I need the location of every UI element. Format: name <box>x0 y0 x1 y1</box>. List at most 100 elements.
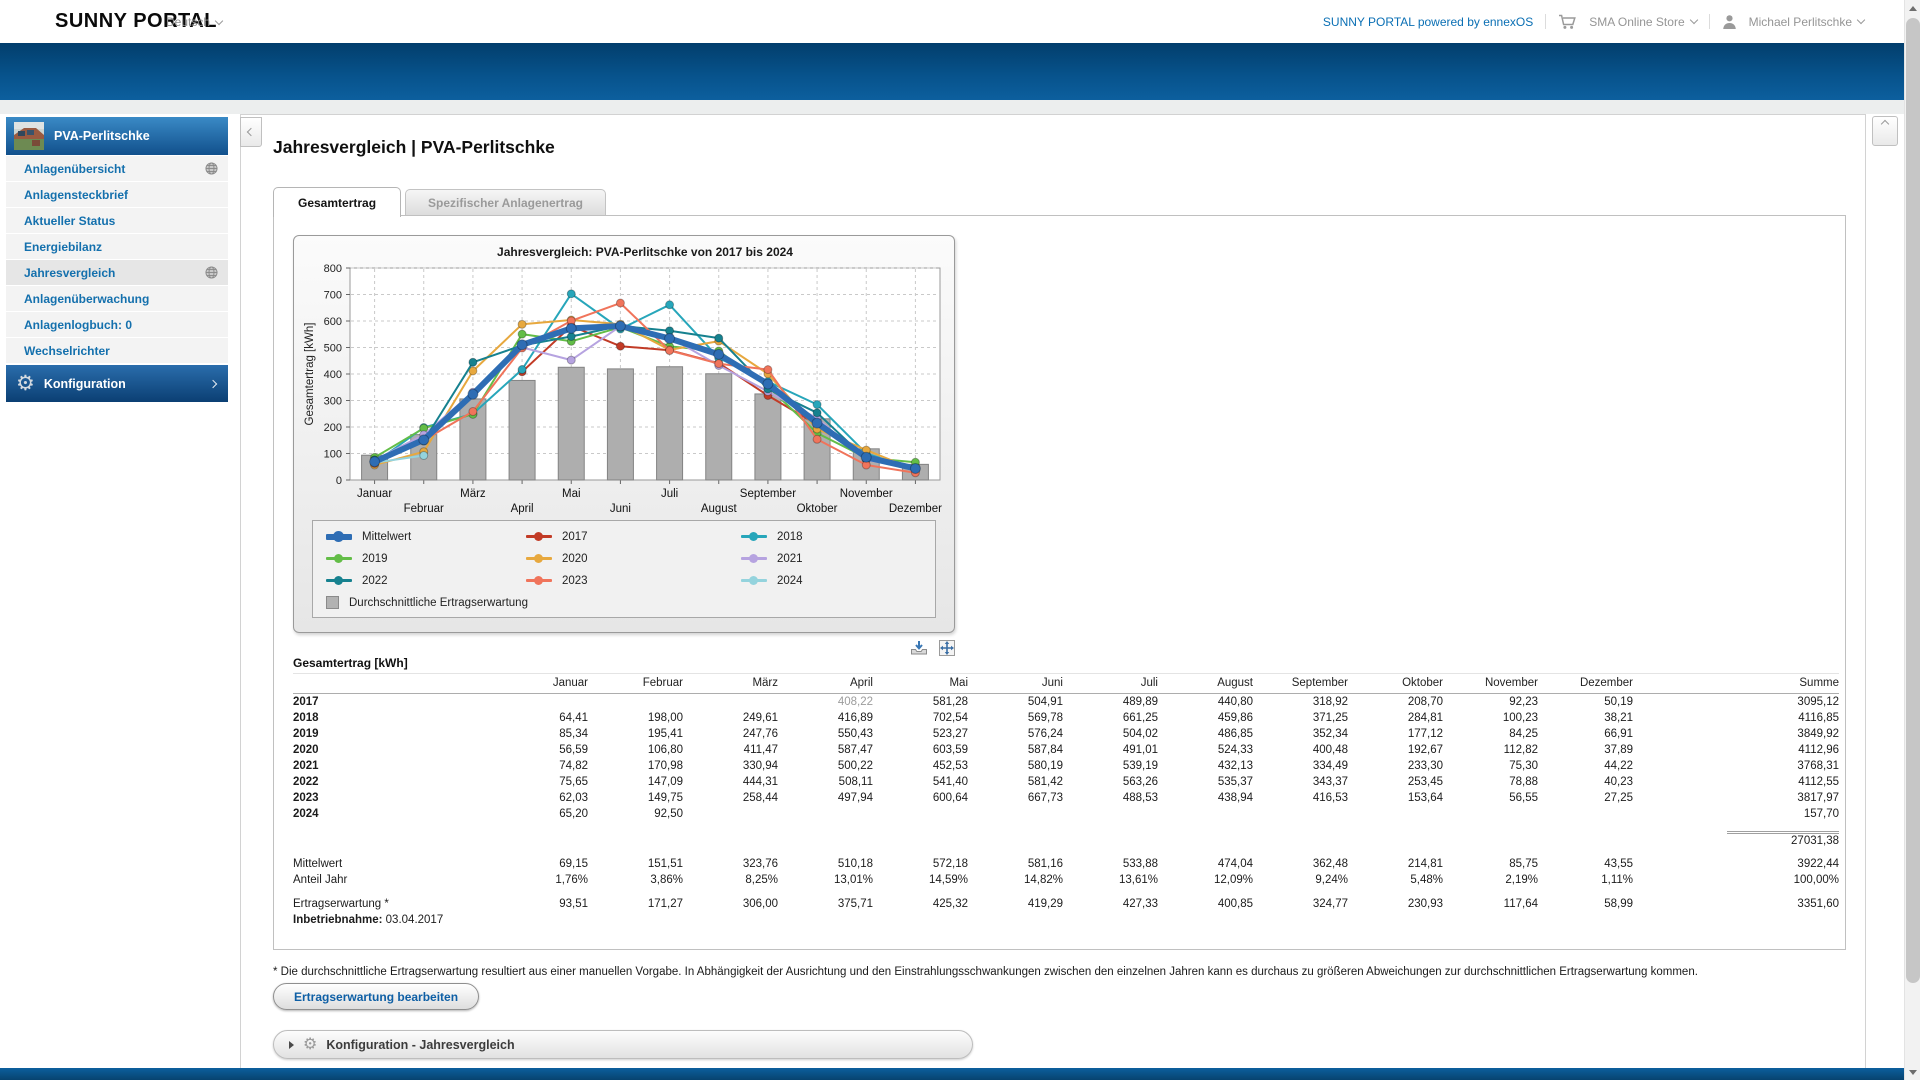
legend-label: Mittelwert <box>362 531 411 543</box>
svg-text:Dezember: Dezember <box>889 503 942 515</box>
svg-text:Mai: Mai <box>562 488 581 500</box>
yearly-comparison-chart-panel: 0100200300400500600700800Jahresvergleich… <box>293 235 955 633</box>
legend-label: 2017 <box>562 531 588 543</box>
month-column-header: Mai <box>873 674 968 694</box>
legend-marker-icon <box>326 534 352 540</box>
expectation-footnote: * Die durchschnittliche Ertragserwartung… <box>273 966 1833 978</box>
legend-label: 2022 <box>362 575 388 587</box>
sidebar-item-energiebilanz[interactable]: Energiebilanz <box>6 234 228 259</box>
store-menu[interactable]: SMA Online Store <box>1589 15 1696 29</box>
store-label: SMA Online Store <box>1589 15 1684 29</box>
month-column-header: Dezember <box>1538 674 1633 694</box>
month-column-header: Juli <box>1063 674 1158 694</box>
config-accordion-label: Konfiguration - Jahresvergleich <box>326 1038 514 1052</box>
top-right-nav: SUNNY PORTAL powered by ennexOS SMA Onli… <box>1323 0 1864 43</box>
vertical-scrollbar[interactable] <box>1904 0 1920 1080</box>
month-column-header: März <box>683 674 778 694</box>
legend-item-2017: 2017 <box>526 530 741 543</box>
row-label-column-header <box>293 674 493 694</box>
expander-arrow-icon <box>289 1041 294 1049</box>
month-column-header: Januar <box>493 674 588 694</box>
table-row: 2017408,22581,28504,91489,89440,80318,92… <box>293 694 1839 710</box>
sidebar-plant-header[interactable]: PVA-Perlitschke <box>6 117 228 155</box>
footer-bar <box>0 1068 1904 1080</box>
svg-text:200: 200 <box>324 422 342 434</box>
chevron-down-icon <box>215 16 223 24</box>
table-row: Ertragserwartung *93,51171,27306,00375,7… <box>293 896 1839 912</box>
month-column-header: Februar <box>588 674 683 694</box>
scroll-down-arrow[interactable] <box>1905 1064 1920 1080</box>
page-title: Jahresvergleich | PVA-Perlitschke <box>273 137 555 158</box>
sidebar-item-label: Anlagenübersicht <box>24 162 125 176</box>
sidebar-item-anlagenübersicht[interactable]: Anlagenübersicht <box>6 156 228 181</box>
legend-item-2020: 2020 <box>526 552 741 565</box>
sidebar-item-anlagenüberwachung[interactable]: Anlagenüberwachung <box>6 286 228 311</box>
month-column-header: Oktober <box>1348 674 1443 694</box>
svg-text:Juni: Juni <box>610 503 631 515</box>
svg-text:700: 700 <box>324 290 342 302</box>
svg-text:Gesamtertrag [kWh]: Gesamtertrag [kWh] <box>304 323 316 426</box>
scroll-up-arrow[interactable] <box>1905 0 1920 16</box>
svg-text:0: 0 <box>336 475 342 487</box>
legend-marker-icon <box>741 535 767 538</box>
tab-spezifischer-anlagenertrag[interactable]: Spezifischer Anlagenertrag <box>405 189 606 216</box>
legend-label: 2023 <box>562 575 588 587</box>
svg-text:November: November <box>840 488 893 500</box>
legend-item-2019: 2019 <box>326 552 526 565</box>
month-column-header: August <box>1158 674 1253 694</box>
legend-bar-marker-icon <box>326 596 339 609</box>
legend-marker-icon <box>741 557 767 560</box>
yield-table: JanuarFebruarMärzAprilMaiJuniJuliAugustS… <box>293 673 1839 928</box>
legend-item-2023: 2023 <box>526 574 741 587</box>
sidebar-item-label: Anlagenlogbuch: 0 <box>24 318 132 332</box>
chart-legend: Mittelwert201720182019202020212022202320… <box>312 520 936 618</box>
month-column-header: Summe <box>1633 674 1839 694</box>
collapse-content-button[interactable] <box>1872 116 1898 146</box>
svg-text:800: 800 <box>324 263 342 275</box>
sidebar-item-anlagensteckbrief[interactable]: Anlagensteckbrief <box>6 182 228 207</box>
tab-bar: Gesamtertrag Spezifischer Anlagenertrag <box>273 186 606 216</box>
month-column-header: September <box>1253 674 1348 694</box>
spacer-row <box>293 888 1839 896</box>
user-name: Michael Perlitschke <box>1749 15 1852 29</box>
yearly-comparison-chart: 0100200300400500600700800Jahresvergleich… <box>300 242 948 518</box>
table-row: Anteil Jahr1,76%3,86%8,25%13,01%14,59%14… <box>293 872 1839 888</box>
table-row: 201985,34195,41247,76550,43523,27576,245… <box>293 726 1839 742</box>
svg-text:600: 600 <box>324 316 342 328</box>
top-header-bar: SUNNY PORTAL Deutsch SUNNY PORTAL powere… <box>0 0 1904 43</box>
collapse-sidebar-button[interactable] <box>240 117 262 147</box>
svg-text:September: September <box>740 488 796 500</box>
powered-by-link[interactable]: SUNNY PORTAL powered by ennexOS <box>1323 15 1533 29</box>
chevron-down-icon <box>1689 16 1697 24</box>
svg-text:Januar: Januar <box>357 488 392 500</box>
sidebar-item-wechselrichter[interactable]: Wechselrichter <box>6 338 228 363</box>
spacer-row <box>293 848 1839 856</box>
divider-strip <box>0 100 1920 114</box>
divider <box>1545 14 1546 29</box>
grand-total-row: 27031,38 <box>293 830 1839 848</box>
divider <box>1709 14 1710 29</box>
sidebar-item-konfiguration[interactable]: ⚙ Konfiguration <box>6 365 228 402</box>
language-label: Deutsch <box>166 15 210 29</box>
user-menu[interactable]: Michael Perlitschke <box>1749 15 1864 29</box>
scrollbar-thumb[interactable] <box>1906 18 1920 983</box>
legend-marker-icon <box>526 535 552 538</box>
svg-text:300: 300 <box>324 396 342 408</box>
chevron-right-icon <box>209 379 217 387</box>
legend-item-mittelwert: Mittelwert <box>326 530 526 543</box>
edit-expectation-button[interactable]: Ertragserwartung bearbeiten <box>273 983 479 1010</box>
config-accordion-header[interactable]: ⚙ Konfiguration - Jahresvergleich <box>273 1030 973 1059</box>
sidebar-item-label: Anlagenüberwachung <box>24 292 149 306</box>
legend-item-ertragserwartung: Durchschnittliche Ertragserwartung <box>326 596 922 609</box>
sidebar-item-label: Anlagensteckbrief <box>24 188 128 202</box>
tab-gesamtertrag[interactable]: Gesamtertrag <box>273 187 401 217</box>
language-select[interactable]: Deutsch <box>166 15 222 29</box>
commissioning-row: Inbetriebnahme: 03.04.2017 <box>293 912 1839 928</box>
svg-text:Februar: Februar <box>404 503 444 515</box>
legend-item-2022: 2022 <box>326 574 526 587</box>
cart-icon <box>1558 14 1577 30</box>
sidebar-item-jahresvergleich[interactable]: Jahresvergleich <box>6 260 228 285</box>
sidebar-item-label: Wechselrichter <box>24 344 110 358</box>
sidebar-item-anlagenlogbuch-0[interactable]: Anlagenlogbuch: 0 <box>6 312 228 337</box>
sidebar-item-aktueller-status[interactable]: Aktueller Status <box>6 208 228 233</box>
